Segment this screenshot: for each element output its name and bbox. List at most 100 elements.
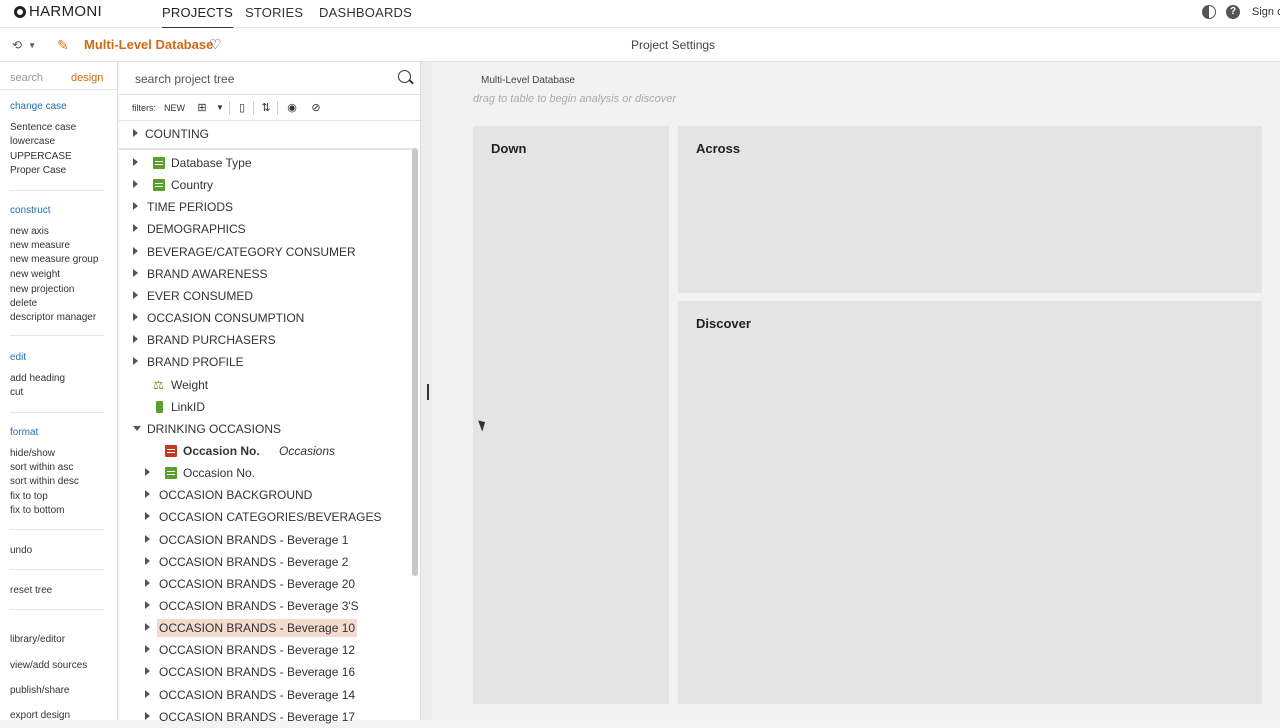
sign-in-link[interactable]: Sign o xyxy=(1252,6,1280,18)
hide-eye-icon[interactable]: ⊘ xyxy=(309,101,323,115)
cmd-descriptor-manager[interactable]: descriptor manager xyxy=(10,312,96,323)
cmd-view-add-sources[interactable]: view/add sources xyxy=(10,660,87,671)
database-title[interactable]: Multi-Level Database xyxy=(84,37,213,52)
splitter-handle-icon[interactable] xyxy=(427,384,429,400)
expand-arrow-icon[interactable] xyxy=(145,534,150,543)
cmd-sort-desc[interactable]: sort within desc xyxy=(10,476,79,487)
expand-arrow-icon[interactable] xyxy=(133,357,138,366)
tree-row[interactable]: OCCASION CATEGORIES/BEVERAGES xyxy=(119,506,409,528)
tree-row[interactable]: BRAND PROFILE xyxy=(119,351,409,373)
tree-scrollbar[interactable] xyxy=(412,148,418,576)
history-button[interactable]: ⟲ ▼ xyxy=(4,35,48,55)
tree-row[interactable]: OCCASION BRANDS - Beverage 1 xyxy=(119,529,409,551)
cmd-sort-asc[interactable]: sort within asc xyxy=(10,462,73,473)
cmd-new-projection[interactable]: new projection xyxy=(10,284,74,295)
tree-row[interactable]: OCCASION BRANDS - Beverage 17 xyxy=(119,706,409,728)
tree-row[interactable]: Occasion No. xyxy=(119,462,409,484)
nav-dashboards[interactable]: DASHBOARDS xyxy=(319,5,412,20)
expand-arrow-icon[interactable] xyxy=(145,490,150,499)
expand-arrow-icon[interactable] xyxy=(145,512,150,521)
tree-row[interactable]: OCCASION BRANDS - Beverage 20 xyxy=(119,573,409,595)
collapse-arrow-icon[interactable] xyxy=(133,425,141,431)
tree-search-input[interactable]: search project tree xyxy=(135,72,234,86)
cmd-export-design[interactable]: export design xyxy=(10,710,70,721)
cmd-new-measure[interactable]: new measure xyxy=(10,240,70,251)
tree-row[interactable]: OCCASION BRANDS - Beverage 3'S xyxy=(119,595,409,617)
nav-stories[interactable]: STORIES xyxy=(245,5,303,20)
sort-icon[interactable]: ⇅ xyxy=(259,101,273,115)
tree-row[interactable]: OCCASION CONSUMPTION xyxy=(119,307,409,329)
tree-row[interactable]: Database Type xyxy=(119,152,409,174)
tree-row[interactable]: EVER CONSUMED xyxy=(119,285,409,307)
harmoni-logo[interactable]: HARMONI xyxy=(14,3,102,20)
tree-row[interactable]: OCCASION BACKGROUND xyxy=(119,484,409,506)
cmd-fix-to-top[interactable]: fix to top xyxy=(10,491,48,502)
tree-row[interactable]: BRAND AWARENESS xyxy=(119,263,409,285)
expand-arrow-icon[interactable] xyxy=(145,556,150,565)
expand-arrow-icon[interactable] xyxy=(145,468,150,477)
tree-row[interactable]: OCCASION BRANDS - Beverage 12 xyxy=(119,639,409,661)
expand-arrow-icon[interactable] xyxy=(145,645,150,654)
contrast-icon[interactable] xyxy=(1202,5,1216,19)
cmd-hide-show[interactable]: hide/show xyxy=(10,448,55,459)
expand-arrow-icon[interactable] xyxy=(145,667,150,676)
column-icon[interactable]: ▯ xyxy=(235,101,249,115)
tree-row[interactable]: DEMOGRAPHICS xyxy=(119,218,409,240)
expand-arrow-icon[interactable] xyxy=(133,158,138,166)
tree-row[interactable]: OCCASION BRANDS - Beverage 16 xyxy=(119,661,409,683)
expand-arrow-icon[interactable] xyxy=(145,623,150,632)
cmd-fix-to-bottom[interactable]: fix to bottom xyxy=(10,505,64,516)
expand-arrow-icon[interactable] xyxy=(133,246,138,255)
expand-arrow-icon[interactable] xyxy=(133,335,138,344)
cmd-proper-case[interactable]: Proper Case xyxy=(10,165,66,176)
expand-arrow-icon[interactable] xyxy=(133,290,138,299)
hierarchy-icon[interactable]: ⊞ xyxy=(195,101,209,115)
tree-row[interactable]: OCCASION BRANDS - Beverage 10 xyxy=(119,617,409,639)
cmd-reset-tree[interactable]: reset tree xyxy=(10,585,52,596)
cmd-add-heading[interactable]: add heading xyxy=(10,373,65,384)
cmd-new-axis[interactable]: new axis xyxy=(10,226,49,237)
tab-design[interactable]: design xyxy=(71,72,103,84)
tree-row[interactable]: BRAND PURCHASERS xyxy=(119,329,409,351)
expand-arrow-icon[interactable] xyxy=(133,129,138,137)
cmd-undo[interactable]: undo xyxy=(10,545,32,556)
tree-row[interactable]: Country xyxy=(119,174,409,196)
cmd-publish-share[interactable]: publish/share xyxy=(10,685,69,696)
expand-arrow-icon[interactable] xyxy=(145,711,150,720)
help-icon[interactable]: ? xyxy=(1226,5,1240,19)
expand-arrow-icon[interactable] xyxy=(133,180,138,189)
expand-arrow-icon[interactable] xyxy=(145,689,150,698)
discover-dropzone[interactable]: Discover xyxy=(678,301,1262,704)
cmd-library-editor[interactable]: library/editor xyxy=(10,634,65,645)
search-icon[interactable] xyxy=(398,70,411,83)
tab-search[interactable]: search xyxy=(10,72,43,84)
down-dropzone[interactable]: Down xyxy=(473,126,669,704)
expand-arrow-icon[interactable] xyxy=(133,268,138,277)
tree-row[interactable]: BEVERAGE/CATEGORY CONSUMER xyxy=(119,241,409,263)
cmd-sentence-case[interactable]: Sentence case xyxy=(10,122,76,133)
edit-pencil-icon[interactable]: ✎ xyxy=(57,37,73,53)
expand-arrow-icon[interactable] xyxy=(145,578,150,587)
show-eye-icon[interactable]: ◉ xyxy=(285,101,299,115)
chevron-down-icon[interactable]: ▼ xyxy=(213,101,227,115)
panel-splitter[interactable] xyxy=(420,62,432,720)
nav-projects[interactable]: PROJECTS xyxy=(162,5,233,29)
across-dropzone[interactable]: Across xyxy=(678,126,1262,293)
tree-row[interactable]: OCCASION BRANDS - Beverage 14 xyxy=(119,684,409,706)
cmd-delete[interactable]: delete xyxy=(10,298,37,309)
cmd-uppercase[interactable]: UPPERCASE xyxy=(10,151,72,162)
cmd-lowercase[interactable]: lowercase xyxy=(10,136,55,147)
expand-arrow-icon[interactable] xyxy=(133,224,138,233)
tree-row[interactable]: Occasion No. Occasions xyxy=(119,440,409,462)
cmd-new-measure-group[interactable]: new measure group xyxy=(10,254,98,265)
expand-arrow-icon[interactable] xyxy=(133,313,138,322)
tree-row[interactable]: OCCASION BRANDS - Beverage 2 xyxy=(119,551,409,573)
tree-row[interactable]: LinkID xyxy=(119,396,409,418)
cmd-cut[interactable]: cut xyxy=(10,387,23,398)
expand-arrow-icon[interactable] xyxy=(145,601,150,609)
tree-row[interactable]: TIME PERIODS xyxy=(119,196,409,218)
tree-row[interactable]: ⚖ Weight xyxy=(119,374,409,396)
tree-row[interactable]: DRINKING OCCASIONS xyxy=(119,418,409,440)
expand-arrow-icon[interactable] xyxy=(133,202,138,211)
cmd-new-weight[interactable]: new weight xyxy=(10,269,60,280)
